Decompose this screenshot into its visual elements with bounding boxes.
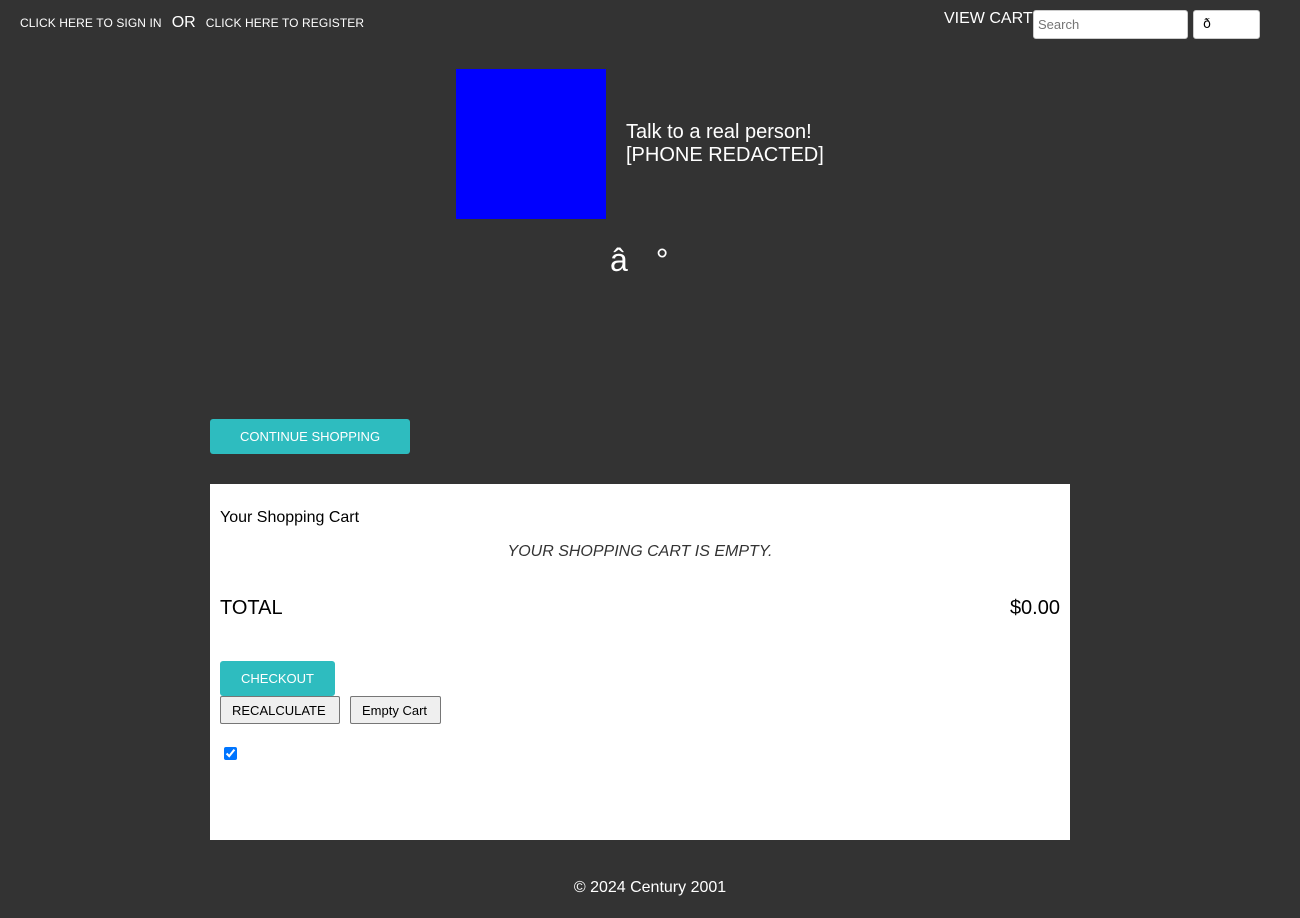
- search-button[interactable]: ð: [1193, 10, 1260, 39]
- recalculate-button[interactable]: RECALCULATE: [220, 696, 340, 724]
- cart-title: Your Shopping Cart: [220, 509, 360, 526]
- total-value: $0.00: [1009, 597, 1060, 619]
- auth-links: CLICK HERE TO SIGN IN OR CLICK HERE TO R…: [20, 14, 364, 32]
- social-icons: â °: [610, 240, 669, 280]
- social-glyph-1-icon[interactable]: â: [610, 240, 628, 280]
- cart-empty-message: YOUR SHOPPING CART IS EMPTY.: [507, 543, 773, 560]
- checkout-button[interactable]: CHECKOUT: [220, 661, 335, 696]
- search-input[interactable]: [1033, 10, 1188, 39]
- register-link[interactable]: CLICK HERE TO REGISTER: [206, 16, 364, 30]
- view-cart-link[interactable]: VIEW CART: [944, 10, 1033, 28]
- footer-copyright: © 2024 Century 2001: [573, 879, 727, 896]
- cart-checkbox[interactable]: [224, 747, 237, 760]
- contact-tagline: Talk to a real person!: [626, 121, 812, 143]
- shopping-cart-panel: Your Shopping Cart YOUR SHOPPING CART IS…: [210, 484, 1070, 840]
- logo[interactable]: [456, 69, 606, 219]
- empty-cart-button[interactable]: Empty Cart: [350, 696, 441, 724]
- sign-in-link[interactable]: CLICK HERE TO SIGN IN: [20, 16, 162, 30]
- social-glyph-2-icon[interactable]: °: [656, 240, 669, 280]
- continue-shopping-button[interactable]: CONTINUE SHOPPING: [210, 419, 410, 454]
- contact-phone: [PHONE REDACTED]: [626, 144, 824, 166]
- contact-info: Talk to a real person! [PHONE REDACTED]: [626, 121, 824, 167]
- or-separator: OR: [171, 14, 196, 31]
- total-label: TOTAL: [220, 597, 283, 619]
